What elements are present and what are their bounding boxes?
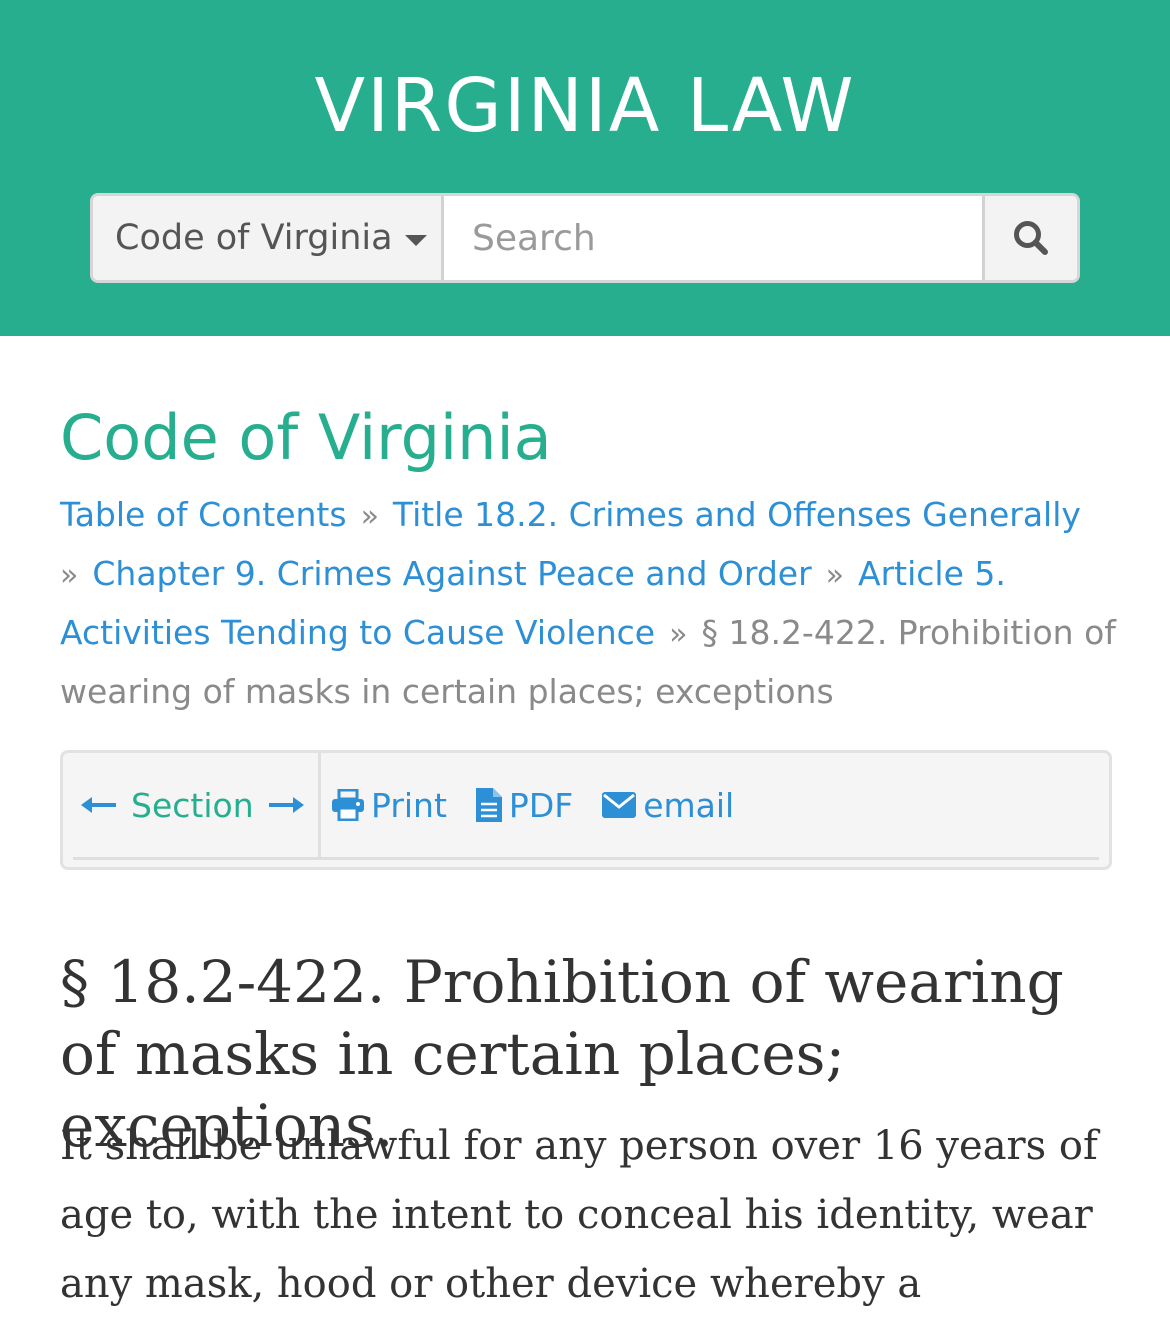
- print-label: Print: [371, 785, 447, 825]
- section-body-text: It shall be unlawful for any person over…: [60, 1123, 1098, 1307]
- breadcrumb-table-of-contents[interactable]: Table of Contents: [60, 495, 347, 534]
- breadcrumb-separator: »: [669, 617, 688, 652]
- file-text-icon: [475, 788, 502, 822]
- envelope-icon: [602, 792, 637, 818]
- breadcrumb: Table of Contents » Title 18.2. Crimes and…: [60, 486, 1120, 720]
- pdf-label: PDF: [508, 785, 574, 825]
- arrow-right-icon: [268, 797, 304, 813]
- print-icon: [332, 789, 364, 821]
- scope-selected-label: Code of Virginia: [115, 218, 393, 258]
- arrow-left-icon: [81, 797, 116, 813]
- search-bar: Code of Virginia: [90, 193, 1080, 283]
- breadcrumb-separator: »: [60, 558, 79, 593]
- breadcrumb-separator: »: [825, 558, 845, 593]
- previous-section-button[interactable]: [81, 795, 117, 815]
- scope-dropdown[interactable]: Code of Virginia: [93, 196, 444, 280]
- print-button[interactable]: Print: [331, 786, 447, 825]
- section-toolbar: Section Print PDF email: [60, 750, 1112, 870]
- section-nav: Section: [63, 753, 321, 857]
- search-input[interactable]: [444, 196, 982, 280]
- breadcrumb-chapter[interactable]: Chapter 9. Crimes Against Peace and Orde…: [92, 554, 811, 593]
- email-button[interactable]: email: [601, 786, 734, 825]
- email-label: email: [643, 785, 735, 825]
- section-label: Section: [131, 785, 254, 825]
- site-title[interactable]: VIRGINIA LAW: [0, 62, 1170, 150]
- breadcrumb-title[interactable]: Title 18.2. Crimes and Offenses Generall…: [393, 495, 1081, 534]
- breadcrumb-separator: »: [360, 499, 379, 534]
- search-icon: [1014, 221, 1048, 255]
- toolbar-divider: [73, 857, 1099, 860]
- search-button[interactable]: [982, 196, 1077, 280]
- tool-links: Print PDF email: [331, 753, 762, 857]
- caret-down-icon: [404, 234, 427, 246]
- pdf-button[interactable]: PDF: [475, 786, 573, 825]
- site-header: VIRGINIA LAW Code of Virginia: [0, 0, 1170, 336]
- next-section-button[interactable]: [268, 795, 304, 815]
- page-title: Code of Virginia: [60, 401, 552, 474]
